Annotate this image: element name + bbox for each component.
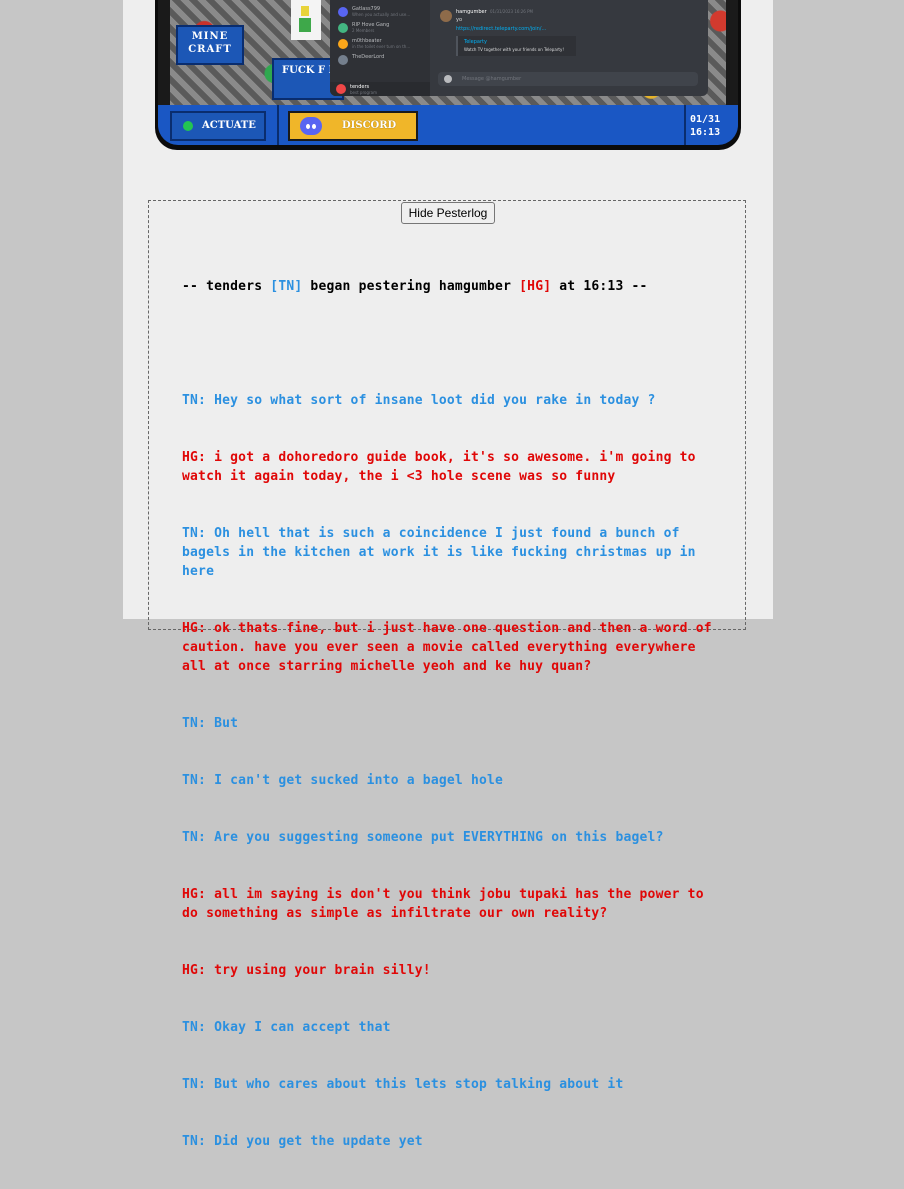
message-link: https://redirect.teleparty.com/join/... — [456, 26, 547, 32]
chat-line: TN: Are you suggesting someone put EVERY… — [182, 830, 664, 845]
pesterlog-lines: -- tenders [TN] began pestering hamgumbe… — [182, 239, 722, 1189]
avatar — [336, 84, 346, 94]
chat-line: TN: I can't get sucked into a bagel hole — [182, 773, 504, 788]
clock-date: 01/31 — [690, 114, 721, 125]
chat-line: HG: i got a dohoredoro guide book, it's … — [182, 450, 704, 484]
avatar — [338, 7, 348, 17]
minecraft-logo: MINE CRAFT — [176, 25, 244, 65]
avatar — [338, 55, 348, 65]
dm-item: m0thbeater in the toilet ever turn on th… — [338, 38, 426, 52]
avatar — [440, 10, 452, 22]
panel-artwork: MINE CRAFT FUCK F FUCK. Gatlass799 When … — [158, 0, 738, 105]
discord-icon — [300, 117, 322, 135]
actuate-button[interactable]: ACTUATE — [170, 111, 266, 141]
pesterlog-begin-line: -- tenders [TN] began pestering hamgumbe… — [182, 279, 648, 294]
divider — [277, 105, 279, 145]
dm-item: RIP Hove Gang 2 Members — [338, 22, 426, 36]
hide-pesterlog-button[interactable]: Hide Pesterlog — [401, 202, 495, 224]
message-time: 01/31/2023 16:26 PM — [490, 9, 533, 14]
clock: 01/31 16:13 — [690, 113, 734, 139]
chat-line: TN: Oh hell that is such a coincidence I… — [182, 526, 704, 579]
dm-item: TheDeerLord — [338, 54, 426, 68]
discord-button[interactable]: DISCORD — [288, 111, 418, 141]
plant-sprite-icon — [291, 0, 321, 40]
discord-chat: hamgumber 01/31/2023 16:26 PM yo https:/… — [430, 0, 708, 96]
discord-window: Gatlass799 When you actually and use... … — [330, 0, 708, 96]
status-dot-icon — [183, 121, 193, 131]
dm-current-user: tenders best program — [330, 82, 430, 96]
message-embed: Teleparty Watch TV together with your fr… — [456, 36, 576, 56]
message-author: hamgumber — [456, 9, 487, 15]
chat-line: TN: But who cares about this lets stop t… — [182, 1077, 624, 1092]
chat-line: TN: But — [182, 716, 239, 731]
chat-line: HG: ok thats fine, but i just have one q… — [182, 621, 720, 674]
chat-line: HG: all im saying is don't you think job… — [182, 887, 712, 921]
dm-list: Gatlass799 When you actually and use... … — [330, 0, 430, 96]
avatar — [338, 23, 348, 33]
chat-line: TN: Hey so what sort of insane loot did … — [182, 393, 656, 408]
divider — [684, 105, 686, 145]
comic-panel: MINE CRAFT FUCK F FUCK. Gatlass799 When … — [155, 0, 741, 150]
clock-time: 16:13 — [690, 127, 721, 138]
dm-item: Gatlass799 When you actually and use... — [338, 6, 426, 20]
chat-line: HG: try using your brain silly! — [182, 963, 431, 978]
chat-line: TN: Did you get the update yet — [182, 1134, 423, 1149]
avatar — [338, 39, 348, 49]
message-text: yo — [456, 17, 463, 23]
chat-line: TN: Okay I can accept that — [182, 1020, 391, 1035]
plus-icon — [444, 75, 452, 83]
panel-toolbar: ACTUATE DISCORD 01/31 16:13 — [158, 105, 738, 145]
message-input: Message @hamgumber — [438, 72, 698, 86]
pesterlog: Hide Pesterlog -- tenders [TN] began pes… — [148, 200, 746, 1149]
